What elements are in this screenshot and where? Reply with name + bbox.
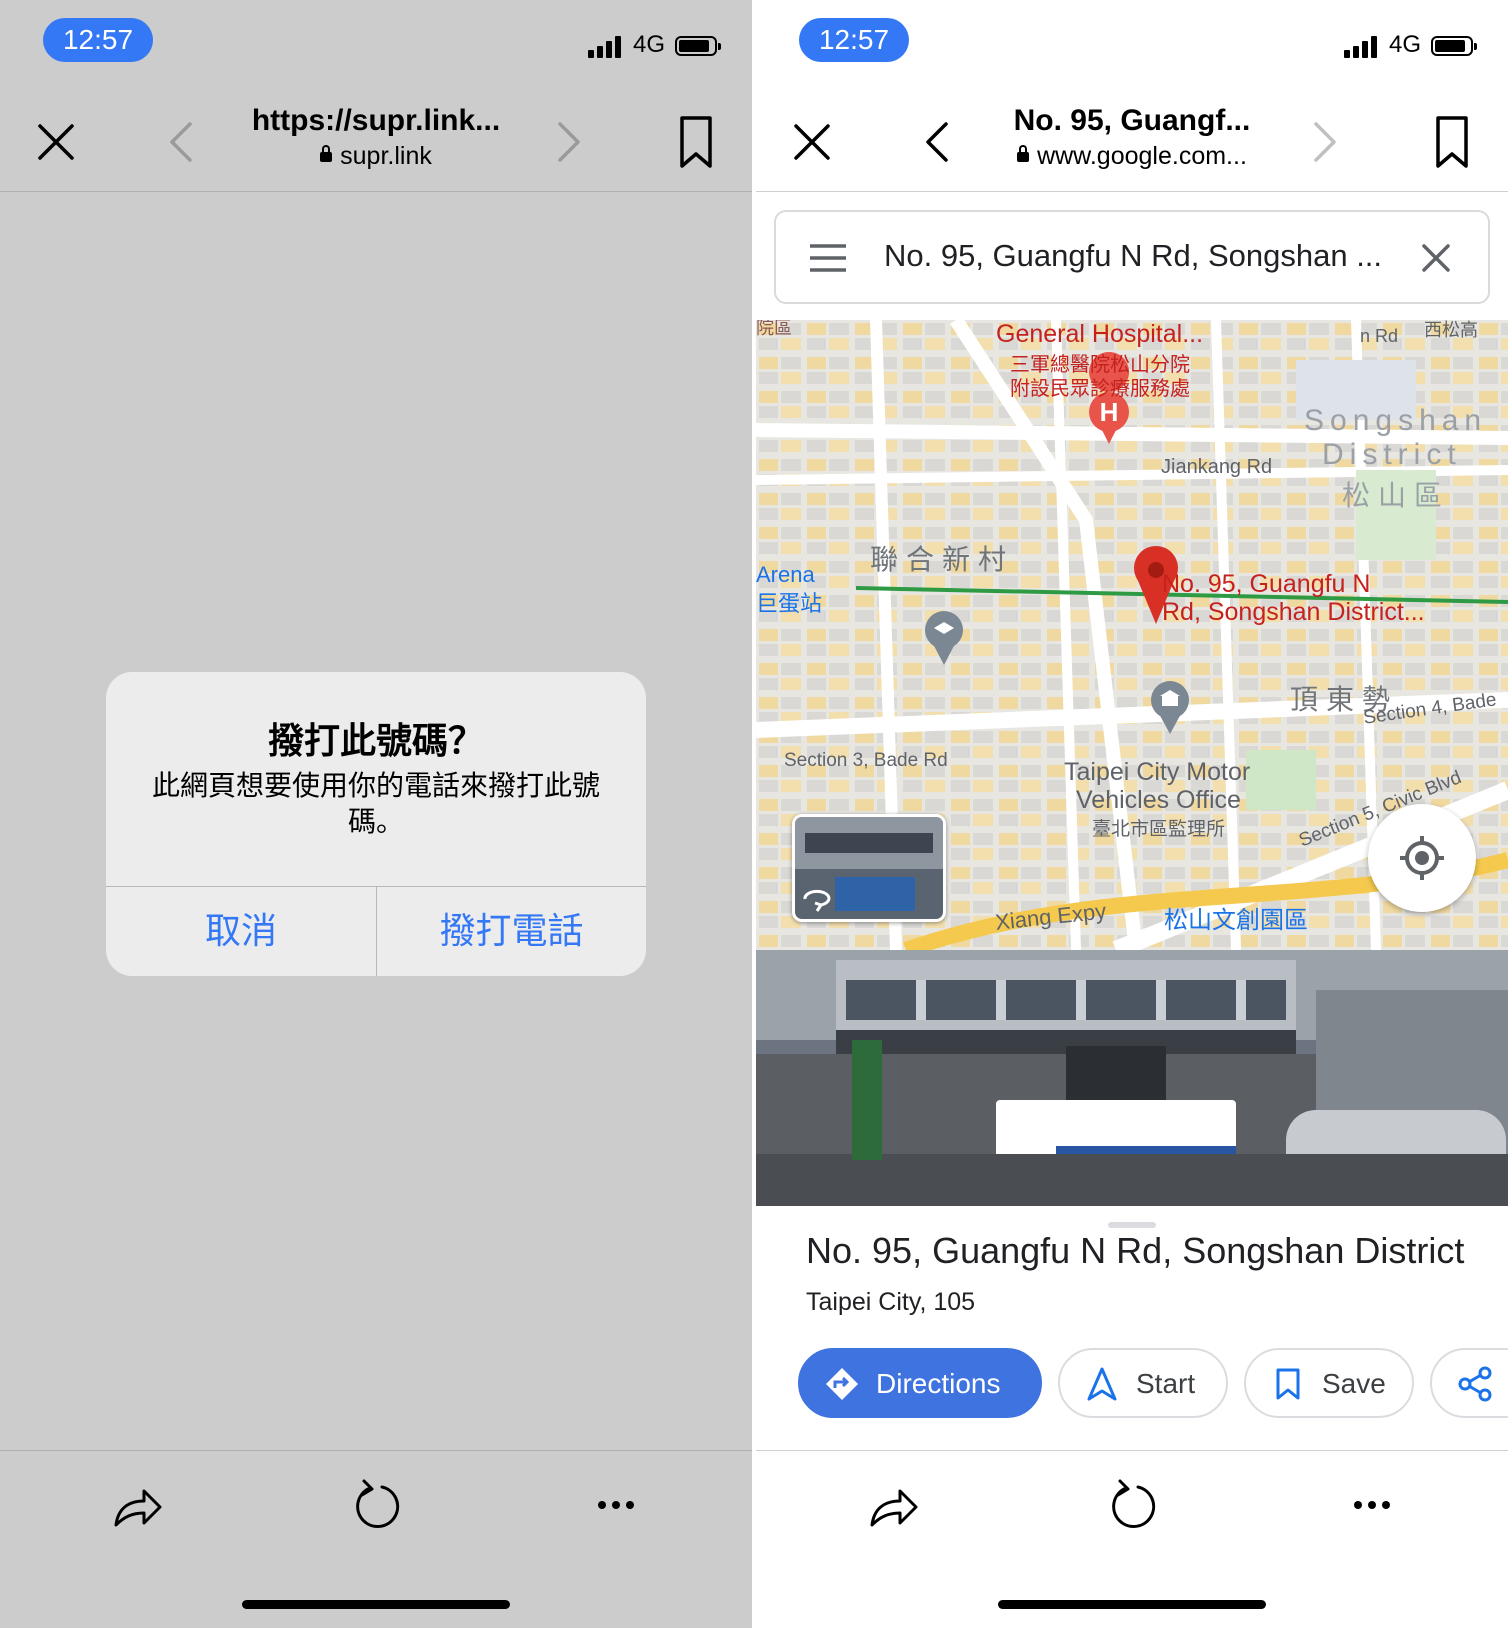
map-label-district: Songshan — [1304, 404, 1488, 437]
lock-icon — [1017, 145, 1030, 162]
close-icon[interactable] — [782, 112, 842, 172]
map-label-poi: Vehicles Office — [1076, 786, 1241, 814]
page-domain: www.google.com... — [956, 142, 1308, 171]
map-label-station-zh: 巨蛋站 — [756, 591, 823, 616]
home-indicator — [242, 1600, 510, 1609]
left-safari-screen: 12:57 4G https://supr.link... supr.link … — [0, 0, 752, 1628]
place-title: No. 95, Guangfu N Rd, Songshan District — [806, 1230, 1465, 1271]
map-view[interactable]: H 院區 西松高 n Rd General Hospital... 三軍總醫院松… — [756, 320, 1508, 950]
status-bar: 12:57 4G — [756, 0, 1508, 80]
signal-icon — [588, 34, 628, 58]
start-button[interactable]: Start — [1058, 1348, 1228, 1418]
page-domain: supr.link — [200, 142, 552, 171]
browser-nav-bar: No. 95, Guangf... www.google.com... — [756, 92, 1508, 192]
map-label-hospital: General Hospital... — [996, 320, 1204, 348]
search-input[interactable]: No. 95, Guangfu N Rd, Songshan ... — [884, 238, 1384, 274]
directions-button[interactable]: Directions — [798, 1348, 1042, 1418]
forward-chevron-icon[interactable] — [540, 112, 600, 172]
map-label-destination: Rd, Songshan District... — [1162, 598, 1425, 626]
battery-icon — [675, 36, 721, 56]
browser-toolbar — [0, 1450, 752, 1560]
navigation-arrow-icon — [1087, 1367, 1117, 1401]
share-place-button[interactable] — [1430, 1348, 1508, 1418]
home-indicator — [998, 1600, 1266, 1609]
alert-title: 撥打此號碼？ — [267, 721, 484, 762]
more-icon[interactable] — [1342, 1475, 1402, 1535]
call-alert-dialog: 撥打此號碼？ 此網頁想要使用你的電話來撥打此號碼。 取消 撥打電話 — [106, 672, 646, 976]
browser-nav-bar: https://supr.link... supr.link — [0, 92, 752, 192]
network-label: 4G — [633, 31, 666, 58]
map-label-hospital-zh: 附設民眾診療服務處 — [1010, 378, 1190, 400]
rotate-360-icon — [801, 885, 833, 913]
close-icon[interactable] — [26, 112, 86, 172]
page-url-title: https://supr.link... — [251, 104, 501, 137]
map-label: n Rd — [1360, 326, 1399, 346]
forward-chevron-icon[interactable] — [1296, 112, 1356, 172]
directions-icon — [826, 1368, 858, 1400]
map-label-village: 聯合新村 — [870, 544, 1015, 575]
status-time: 12:57 — [43, 18, 153, 62]
clear-search-icon[interactable] — [1416, 238, 1456, 278]
bottom-sheet-handle[interactable] — [1108, 1222, 1156, 1228]
status-time: 12:57 — [799, 18, 909, 62]
my-location-icon — [1400, 836, 1444, 880]
signal-icon — [1344, 34, 1384, 58]
alert-message: 此網頁想要使用你的電話來撥打此號碼。 — [151, 769, 600, 838]
battery-icon — [1431, 36, 1477, 56]
call-button[interactable]: 撥打電話 — [376, 887, 646, 976]
street-view-photo[interactable] — [756, 950, 1508, 1206]
bookmark-outline-icon — [1276, 1368, 1300, 1400]
maps-search-box[interactable]: No. 95, Guangfu N Rd, Songshan ... — [774, 210, 1490, 304]
bookmark-icon[interactable] — [1422, 112, 1482, 172]
my-location-button[interactable] — [1368, 804, 1476, 912]
svg-text:H: H — [1100, 397, 1119, 427]
cancel-button[interactable]: 取消 — [106, 887, 376, 976]
map-label-poi: Taipei City Motor — [1064, 758, 1251, 786]
map-label-district: District — [1322, 438, 1462, 471]
browser-toolbar — [756, 1450, 1508, 1560]
reload-icon[interactable] — [346, 1475, 406, 1535]
page-title: No. 95, Guangf... — [1013, 104, 1251, 137]
map-label-district-zh: 松山區 — [1342, 480, 1451, 511]
share-nodes-icon — [1458, 1366, 1492, 1402]
reload-icon[interactable] — [1102, 1475, 1162, 1535]
map-label-station: Arena — [756, 562, 815, 587]
menu-icon[interactable] — [808, 240, 848, 276]
map-label-destination: No. 95, Guangfu N — [1162, 570, 1371, 598]
bookmark-icon[interactable] — [666, 112, 726, 172]
map-label-poi-zh: 臺北市區監理所 — [1092, 819, 1226, 840]
status-bar: 12:57 4G — [0, 0, 752, 80]
street-view-thumbnail[interactable] — [792, 814, 946, 922]
map-label-road: Section 3, Bade Rd — [784, 750, 948, 771]
more-icon[interactable] — [586, 1475, 646, 1535]
share-icon[interactable] — [862, 1475, 922, 1535]
map-label: 西松高 — [1424, 320, 1478, 340]
map-label-road: Jiankang Rd — [1161, 456, 1273, 478]
map-label-park: 松山文創園區 — [1164, 907, 1308, 934]
save-button[interactable]: Save — [1244, 1348, 1414, 1418]
network-label: 4G — [1389, 31, 1422, 58]
map-label: 院區 — [756, 320, 792, 338]
lock-icon — [320, 145, 333, 162]
place-address: Taipei City, 105 — [806, 1288, 976, 1316]
right-maps-screen: 12:57 4G No. 95, Guangf... www.google.co… — [756, 0, 1508, 1628]
share-icon[interactable] — [106, 1475, 166, 1535]
alert-actions: 取消 撥打電話 — [106, 886, 646, 976]
